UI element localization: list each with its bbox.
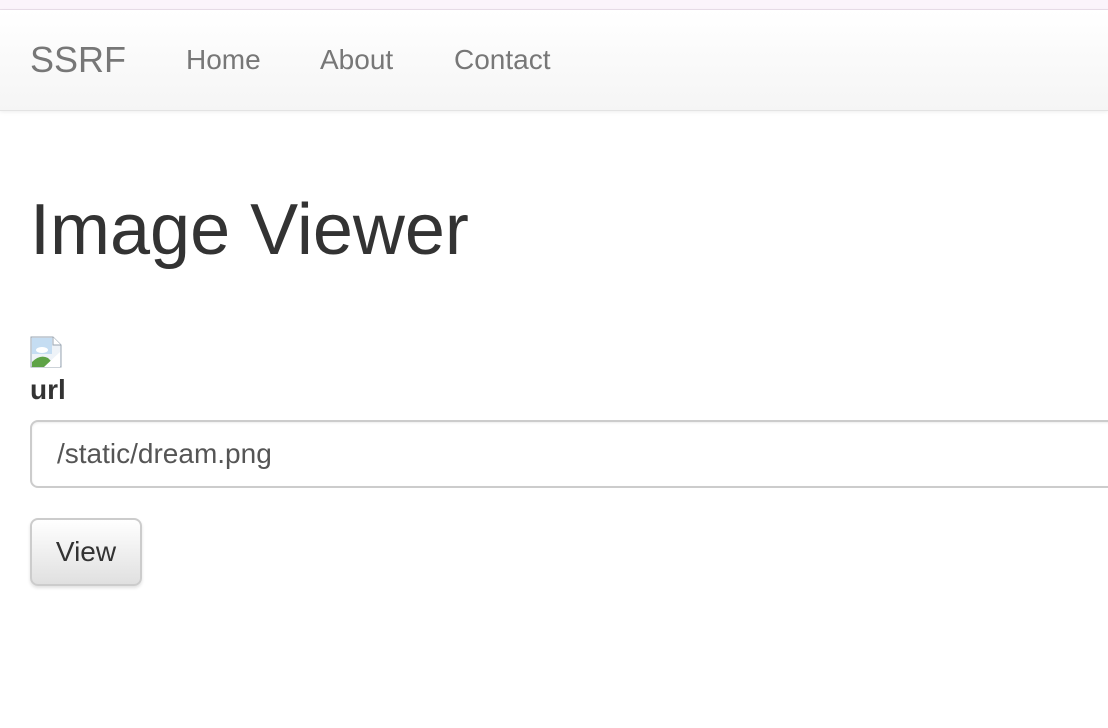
url-label: url [30,374,66,405]
nav-link-home[interactable]: Home [186,44,261,76]
navbar: SSRF Home About Contact [0,10,1108,111]
broken-image-icon [30,336,62,368]
nav-link-contact[interactable]: Contact [454,44,551,76]
top-strip [0,0,1108,10]
page-title: Image Viewer [30,190,469,270]
view-button[interactable]: View [30,518,142,586]
navbar-brand[interactable]: SSRF [30,40,126,80]
nav-link-about[interactable]: About [320,44,393,76]
url-input[interactable] [30,420,1108,488]
